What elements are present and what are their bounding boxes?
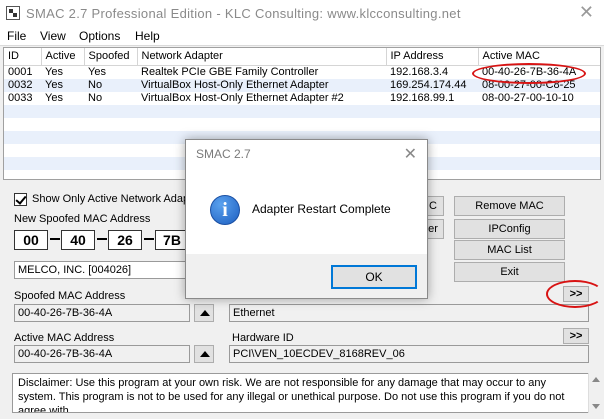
- title-bar: SMAC 2.7 Professional Edition - KLC Cons…: [0, 0, 604, 26]
- dialog-message: Adapter Restart Complete: [252, 202, 391, 216]
- mac-separator: [50, 238, 60, 240]
- ok-button[interactable]: OK: [331, 265, 417, 289]
- cell-ip: 192.168.99.1: [390, 91, 455, 104]
- cell-id: 0032: [4, 78, 41, 92]
- cell-adapter: Realtek PCIe GBE Family Controller: [141, 65, 319, 78]
- show-active-label: Show Only Active Network Adap: [32, 193, 190, 205]
- window-title: SMAC 2.7 Professional Edition - KLC Cons…: [26, 6, 461, 21]
- ipconfig-button[interactable]: IPConfig: [454, 219, 565, 239]
- copy-spoofed-button[interactable]: [194, 304, 214, 322]
- cell-spoofed: No: [84, 78, 137, 92]
- remove-mac-button[interactable]: Remove MAC: [454, 196, 565, 216]
- dialog-title: SMAC 2.7: [196, 147, 251, 161]
- empty-row: [4, 118, 600, 131]
- menu-file[interactable]: File: [7, 29, 26, 43]
- cell-spoofed: Yes: [88, 65, 106, 78]
- info-icon: i: [210, 195, 240, 225]
- cell-active: Yes: [41, 78, 84, 92]
- mac-octet-2[interactable]: 40: [61, 230, 95, 250]
- show-active-checkbox[interactable]: [14, 193, 27, 206]
- cell-adapter: VirtualBox Host-Only Ethernet Adapter #2: [141, 91, 344, 104]
- dialog-close-button[interactable]: ✕: [404, 144, 417, 164]
- cell-mac: 08-00-27-00-10-10: [482, 91, 574, 104]
- menu-bar: File View Options Help: [0, 26, 604, 46]
- cell-id: 0001: [8, 65, 33, 78]
- disclaimer-text: Disclaimer: Use this program at your own…: [12, 373, 590, 413]
- table-row[interactable]: 0033 Yes No VirtualBox Host-Only Etherne…: [4, 91, 600, 105]
- col-network-adapter[interactable]: Network Adapter: [137, 48, 387, 66]
- copy-active-button[interactable]: [194, 345, 214, 363]
- cell-adapter: VirtualBox Host-Only Ethernet Adapter: [137, 78, 386, 92]
- spoofed-mac-field[interactable]: 00-40-26-7B-36-4A: [14, 304, 190, 322]
- highlight-ellipse-mac: [472, 63, 586, 84]
- cell-spoofed: No: [88, 91, 103, 104]
- empty-row: [4, 104, 600, 118]
- mac-octet-3[interactable]: 26: [108, 230, 142, 250]
- cell-ip: 192.168.3.4: [390, 65, 449, 78]
- spoofed-mac-label: Spoofed MAC Address: [14, 290, 126, 302]
- hardware-id-field[interactable]: PCI\VEN_10ECDEV_8168REV_06: [229, 345, 589, 363]
- mac-octet-1[interactable]: 00: [14, 230, 48, 250]
- highlight-ellipse-more: [546, 280, 604, 308]
- menu-view[interactable]: View: [40, 29, 66, 43]
- col-ip-address[interactable]: IP Address: [386, 48, 479, 66]
- vendor-field[interactable]: MELCO, INC. [004026]: [14, 261, 186, 279]
- col-id[interactable]: ID: [4, 48, 42, 66]
- network-connection-field[interactable]: Ethernet: [229, 304, 589, 322]
- mac-octet-4[interactable]: 7B: [155, 230, 189, 250]
- table-header: ID Active Spoofed Network Adapter IP Add…: [4, 48, 600, 66]
- scroll-up-icon[interactable]: [589, 373, 603, 387]
- menu-options[interactable]: Options: [79, 29, 120, 43]
- window-close-button[interactable]: ✕: [579, 2, 594, 23]
- mac-separator: [144, 238, 154, 240]
- cell-ip: 169.254.174.44: [386, 78, 478, 92]
- dialog-footer: OK: [186, 254, 427, 298]
- disclaimer-scrollbar[interactable]: [588, 373, 602, 413]
- app-icon: [6, 6, 20, 20]
- hardware-id-more-button[interactable]: >>: [563, 328, 589, 344]
- new-mac-label: New Spoofed MAC Address: [14, 213, 151, 225]
- menu-help[interactable]: Help: [135, 29, 160, 43]
- col-active[interactable]: Active: [41, 48, 85, 66]
- active-mac-field[interactable]: 00-40-26-7B-36-4A: [14, 345, 190, 363]
- hardware-id-label: Hardware ID: [232, 332, 294, 344]
- exit-button[interactable]: Exit: [454, 262, 565, 282]
- mac-separator: [97, 238, 107, 240]
- scroll-down-icon[interactable]: [589, 399, 603, 413]
- mac-list-button[interactable]: MAC List: [454, 240, 565, 260]
- message-dialog: SMAC 2.7 ✕ i Adapter Restart Complete OK: [185, 139, 428, 299]
- cell-id: 0033: [8, 91, 33, 104]
- cell-active: Yes: [45, 91, 63, 104]
- active-mac-label: Active MAC Address: [14, 332, 115, 344]
- col-spoofed[interactable]: Spoofed: [84, 48, 138, 66]
- cell-active: Yes: [45, 65, 63, 78]
